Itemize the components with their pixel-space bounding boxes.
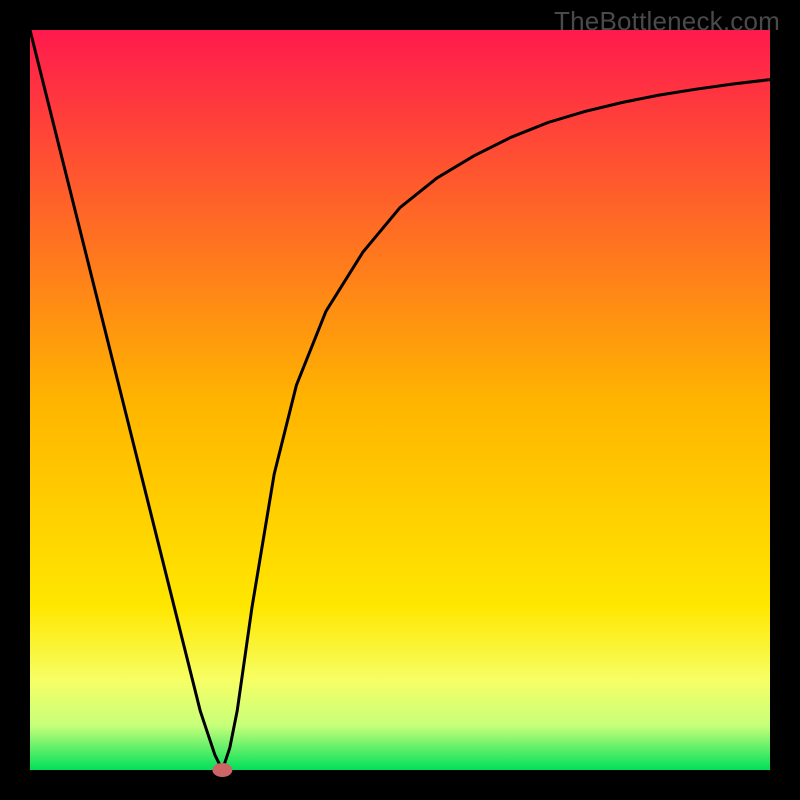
chart-frame: TheBottleneck.com (0, 0, 800, 800)
plot-background (30, 30, 770, 770)
chart-svg (0, 0, 800, 800)
minimum-marker (212, 763, 232, 777)
watermark-text: TheBottleneck.com (554, 6, 780, 37)
